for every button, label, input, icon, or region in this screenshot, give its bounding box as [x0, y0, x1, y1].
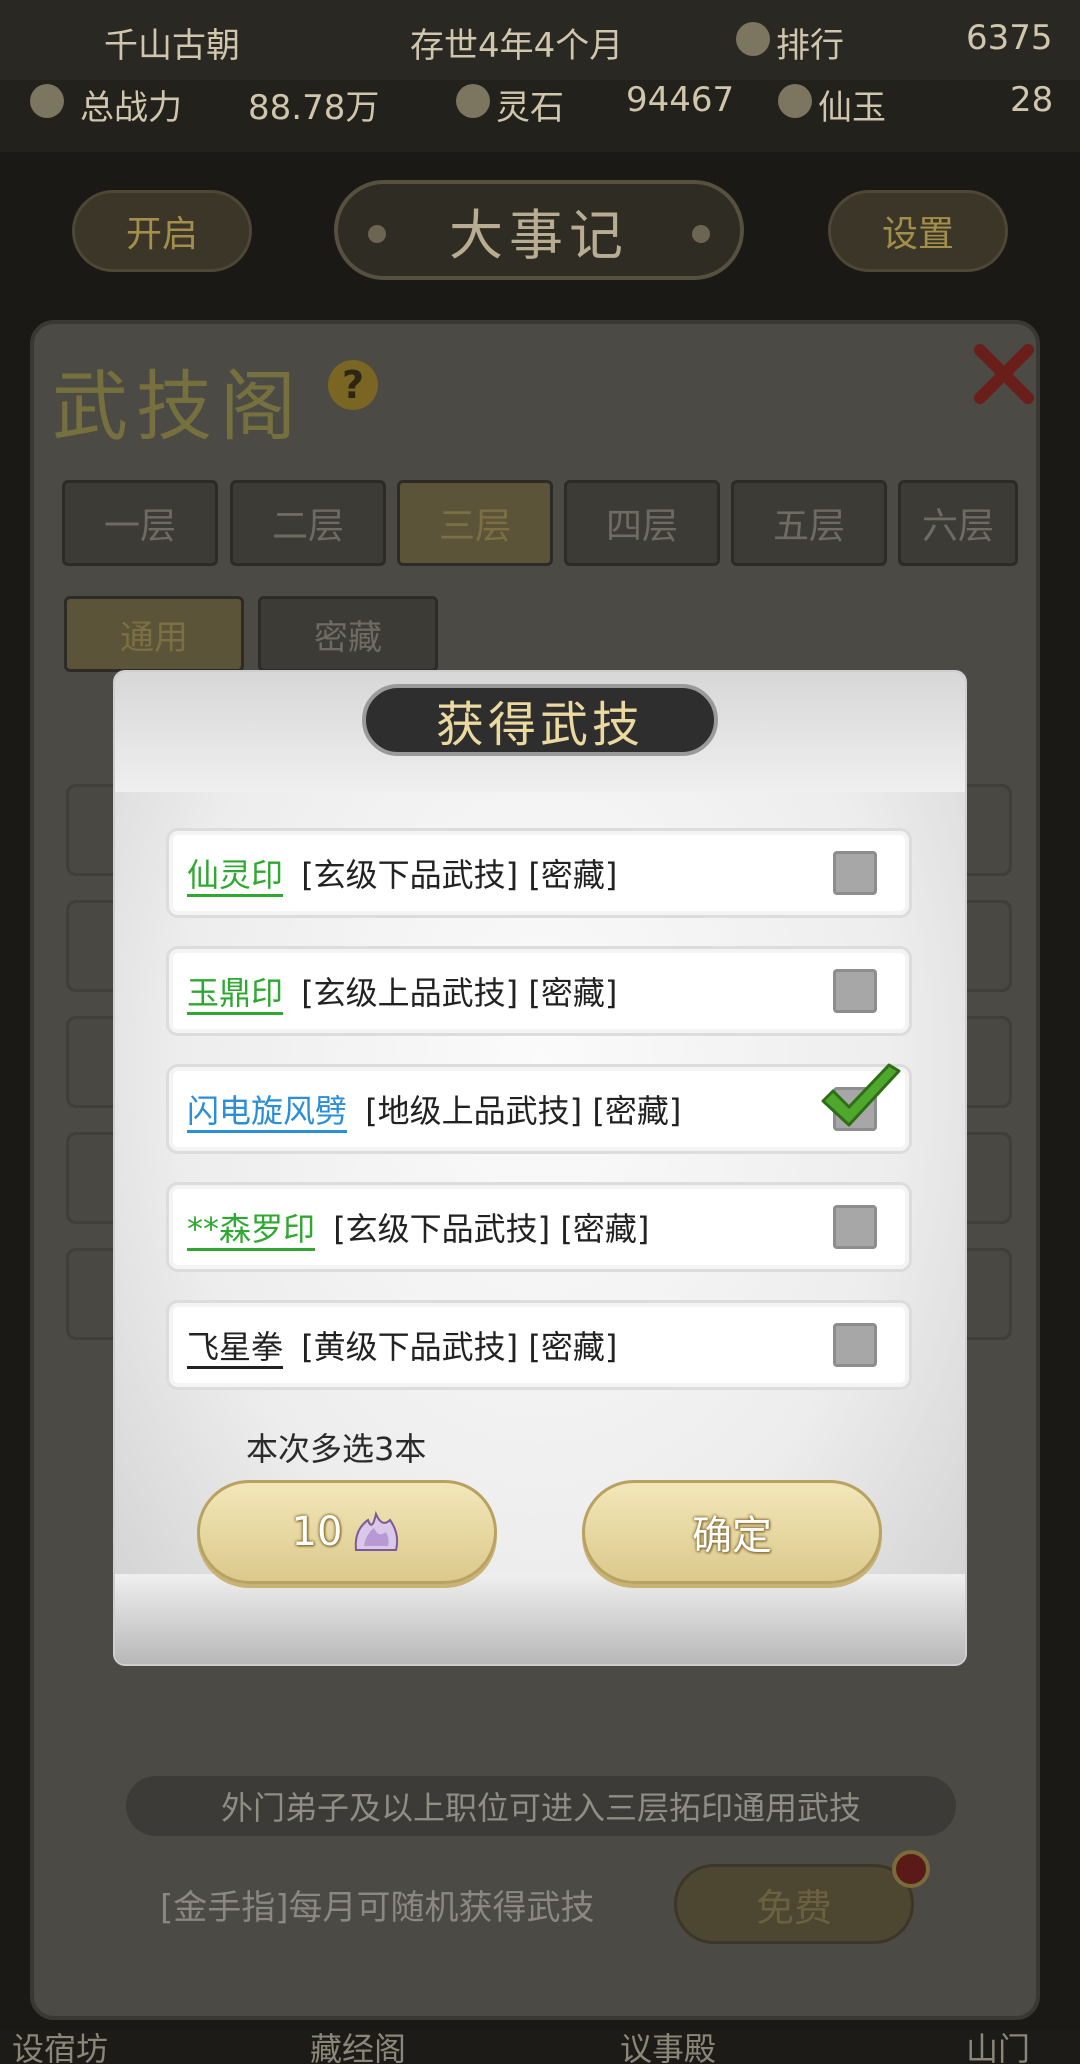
tab-floor-3[interactable]: 三层 [397, 480, 553, 566]
checkbox[interactable] [833, 851, 877, 895]
jade-value: 28 [1010, 80, 1054, 120]
rank-label: 排行 [776, 26, 844, 66]
nav-item[interactable]: 设宿坊 [12, 2024, 108, 2064]
nav-item[interactable]: 议事殿 [620, 2024, 716, 2064]
tab-floor-1[interactable]: 一层 [62, 480, 218, 566]
spirit-stone-value: 94467 [626, 80, 735, 120]
skill-desc: [玄级下品武技] [密藏] [291, 856, 618, 894]
dialog-title: 获得武技 [362, 684, 718, 756]
resource-bar: 总战力 88.78万 灵石 94467 仙玉 28 [0, 80, 1080, 152]
spirit-crystal-icon [355, 1510, 399, 1551]
checkmark-icon [821, 1063, 901, 1127]
ornament-dot [692, 225, 710, 243]
tab-floor-4[interactable]: 四层 [564, 480, 720, 566]
header-left-button[interactable]: 开启 [72, 190, 252, 272]
panel-title: 武技阁 [52, 362, 304, 451]
skill-name: 仙灵印 [187, 856, 284, 894]
checkbox[interactable] [833, 1205, 877, 1249]
rank-value: 6375 [966, 18, 1053, 58]
ornament-dot [368, 225, 386, 243]
spirit-stone-label: 灵石 [496, 88, 564, 128]
help-icon[interactable]: ? [328, 360, 378, 410]
pay-select-button[interactable]: 10 [197, 1480, 497, 1584]
confirm-label: 确定 [692, 1513, 772, 1559]
skill-option-1[interactable]: 仙灵印 [玄级下品武技] [密藏] [166, 828, 912, 918]
skill-desc: [玄级下品武技] [密藏] [323, 1210, 650, 1248]
floor-notice: 外门弟子及以上职位可进入三层拓印通用武技 [126, 1776, 956, 1836]
skill-desc: [地级上品武技] [密藏] [355, 1092, 682, 1130]
skill-name: **森罗印 [187, 1210, 316, 1248]
skill-desc: [黄级下品武技] [密藏] [291, 1328, 618, 1366]
free-button[interactable]: 免费 [674, 1864, 914, 1944]
dialog-footer-band [115, 1574, 965, 1664]
header-title: 大事记 [334, 180, 744, 280]
skill-option-5[interactable]: 飞星拳 [黄级下品武技] [密藏] [166, 1300, 912, 1390]
tab-floor-2[interactable]: 二层 [230, 480, 386, 566]
skill-name: 飞星拳 [187, 1328, 284, 1366]
notification-dot [892, 1850, 930, 1888]
checkbox[interactable] [833, 969, 877, 1013]
golden-finger-text: [金手指]每月可随机获得武技 [160, 1888, 595, 1928]
tab-floor-5[interactable]: 五层 [731, 480, 887, 566]
multi-select-hint: 本次多选3本 [246, 1430, 427, 1468]
skill-name: 玉鼎印 [187, 974, 284, 1012]
cost-value: 10 [291, 1509, 343, 1555]
bottom-nav: 设宿坊 藏经阁 议事殿 山门 [0, 2030, 1080, 2064]
checkbox[interactable] [833, 1323, 877, 1367]
nav-item[interactable]: 藏经阁 [310, 2024, 406, 2064]
confirm-button[interactable]: 确定 [582, 1480, 882, 1584]
top-status-bar: 千山古朝 存世4年4个月 排行 6375 [0, 0, 1080, 80]
tab-secret[interactable]: 密藏 [258, 596, 438, 672]
sect-name: 千山古朝 [104, 26, 240, 66]
nav-item[interactable]: 山门 [966, 2024, 1030, 2064]
close-icon[interactable] [960, 330, 1046, 416]
header-right-button[interactable]: 设置 [828, 190, 1008, 272]
existence-duration: 存世4年4个月 [410, 26, 624, 66]
power-label: 总战力 [80, 88, 182, 128]
jade-label: 仙玉 [818, 88, 886, 128]
skill-option-3[interactable]: 闪电旋风劈 [地级上品武技] [密藏] [166, 1063, 912, 1154]
skill-option-2[interactable]: 玉鼎印 [玄级上品武技] [密藏] [166, 946, 912, 1036]
tab-floor-6[interactable]: 六层 [898, 480, 1018, 566]
skill-option-4[interactable]: **森罗印 [玄级下品武技] [密藏] [166, 1182, 912, 1272]
header-title-text: 大事记 [449, 203, 629, 267]
power-value: 88.78万 [248, 88, 380, 128]
tab-general[interactable]: 通用 [64, 596, 244, 672]
skill-desc: [玄级上品武技] [密藏] [291, 974, 618, 1012]
skill-name: 闪电旋风劈 [187, 1092, 348, 1130]
